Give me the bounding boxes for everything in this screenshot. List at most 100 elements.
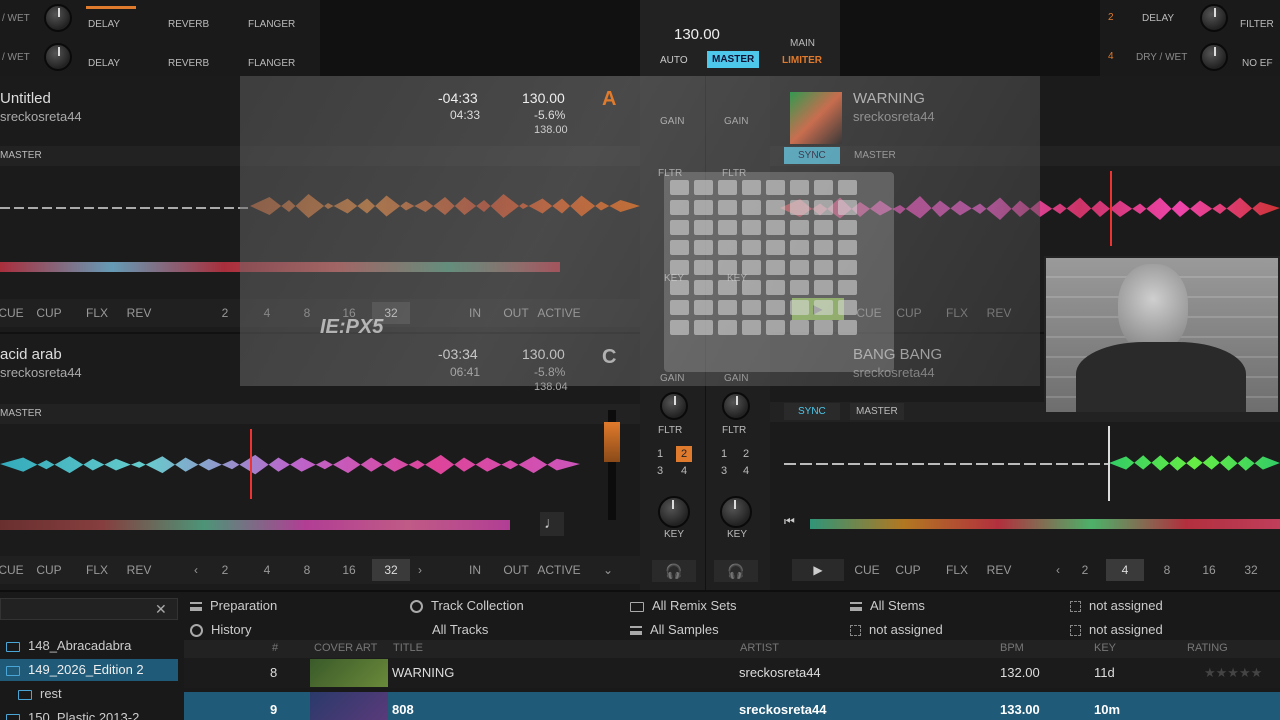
deck-c-loop-32[interactable]: 32 (372, 559, 410, 581)
filter-label-a[interactable]: FLTR (658, 168, 682, 179)
mixer-pad-c-3[interactable]: 3 (652, 463, 668, 479)
deck-d-loop-4[interactable]: 4 (1106, 559, 1144, 581)
key-label-b[interactable]: KEY (727, 273, 747, 284)
deck-b-waveform[interactable] (780, 171, 1280, 246)
deck-b-cup-button[interactable]: CUP (890, 302, 928, 324)
key-label-a[interactable]: KEY (664, 273, 684, 284)
mixer-pad-d-1[interactable]: 1 (716, 446, 732, 462)
mixer-pad-d-2[interactable]: 2 (738, 446, 754, 462)
close-icon[interactable]: ✕ (155, 601, 167, 618)
deck-a-flx-button[interactable]: FLX (78, 302, 116, 324)
deck-c-loop-8[interactable]: 8 (290, 559, 324, 581)
tree-item[interactable]: rest (0, 683, 178, 705)
deck-a-overview[interactable] (0, 262, 560, 272)
deck-c-master-button[interactable]: MASTER (0, 408, 42, 419)
deck-b-sync-button[interactable]: SYNC (784, 147, 840, 164)
fx-right-filter[interactable]: FILTER (1240, 19, 1274, 30)
mixer-pad-c-2[interactable]: 2 (676, 446, 692, 462)
deck-d-loop-32[interactable]: 32 (1234, 559, 1268, 581)
headphone-icon-c[interactable]: 🎧 (652, 560, 696, 582)
tree-item[interactable]: 148_Abracadabra (0, 635, 178, 657)
deck-b-play-button[interactable]: ▶ (792, 298, 844, 320)
fx-slot-flanger-2[interactable]: FLANGER (248, 58, 295, 69)
auto-button[interactable]: AUTO (660, 55, 688, 66)
note-icon[interactable]: ♩ (540, 512, 564, 536)
gain-knob-d[interactable] (722, 392, 750, 420)
deck-c-rev-button[interactable]: REV (120, 559, 158, 581)
deck-c-loop-4[interactable]: 4 (250, 559, 284, 581)
deck-c-overview[interactable] (0, 520, 510, 530)
fx-right-delay[interactable]: DELAY (1142, 13, 1174, 24)
deck-c-loop-in[interactable]: IN (462, 559, 488, 581)
deck-a-loop-32[interactable]: 32 (372, 302, 410, 324)
deck-b-rev-button[interactable]: REV (980, 302, 1018, 324)
fav-preparation[interactable]: Preparation (190, 598, 277, 613)
col-rating[interactable]: RATING (1187, 642, 1228, 654)
deck-d-loop-prev[interactable]: ‹ (1050, 559, 1066, 581)
fx-wet-knob-1[interactable] (44, 4, 72, 32)
fx-slot-delay-1[interactable]: DELAY (88, 19, 120, 30)
filter-label-c[interactable]: FLTR (658, 425, 682, 436)
fx-slot-delay-2[interactable]: DELAY (88, 58, 120, 69)
col-num[interactable]: # (272, 642, 278, 654)
fav-all-stems[interactable]: All Stems (850, 598, 925, 613)
fx-right-knob-2[interactable] (1200, 43, 1228, 71)
headphone-icon-d[interactable]: 🎧 (714, 560, 758, 582)
deck-c-cup-button[interactable]: CUP (30, 559, 68, 581)
deck-a-loop-out[interactable]: OUT (500, 302, 532, 324)
mixer-pad-d-3[interactable]: 3 (716, 463, 732, 479)
fav-all-samples[interactable]: All Samples (630, 622, 719, 637)
row-rating[interactable]: ★★★★★ (1204, 665, 1262, 681)
deck-d-play-button[interactable]: ▶ (792, 559, 844, 581)
deck-a-loop-2[interactable]: 2 (208, 302, 242, 324)
fx-wet-knob-2[interactable] (44, 43, 72, 71)
key-knob-d[interactable] (720, 496, 752, 528)
deck-c-loop-out[interactable]: OUT (500, 559, 532, 581)
fav-all-tracks[interactable]: All Tracks (432, 622, 488, 637)
filter-label-d[interactable]: FLTR (722, 425, 746, 436)
deck-c-loop-16[interactable]: 16 (332, 559, 366, 581)
fx-slot-flanger-1[interactable]: FLANGER (248, 19, 295, 30)
deck-d-master-button[interactable]: MASTER (850, 403, 904, 420)
deck-d-loop-8[interactable]: 8 (1150, 559, 1184, 581)
deck-d-cue-button[interactable]: CUE (848, 559, 886, 581)
col-cover[interactable]: COVER ART (314, 642, 377, 654)
deck-d-loop-2[interactable]: 2 (1068, 559, 1102, 581)
deck-a-loop-in[interactable]: IN (462, 302, 488, 324)
col-key[interactable]: KEY (1094, 642, 1116, 654)
col-bpm[interactable]: BPM (1000, 642, 1024, 654)
tree-item-selected[interactable]: 149_2026_Edition 2 (0, 659, 178, 681)
deck-d-rev-button[interactable]: REV (980, 559, 1018, 581)
deck-c-flx-button[interactable]: FLX (78, 559, 116, 581)
deck-a-master-button[interactable]: MASTER (0, 150, 42, 161)
mixer-pad-d-4[interactable]: 4 (738, 463, 754, 479)
deck-d-overview[interactable] (810, 519, 1280, 529)
deck-a-loop-active[interactable]: ACTIVE (536, 302, 582, 324)
gain-knob-c[interactable] (660, 392, 688, 420)
key-label-c[interactable]: KEY (664, 529, 684, 540)
deck-c-waveform[interactable] (0, 429, 580, 499)
fx-slot-reverb-2[interactable]: REVERB (168, 58, 209, 69)
master-button[interactable]: MASTER (707, 51, 760, 68)
key-label-d[interactable]: KEY (727, 529, 747, 540)
deck-d-sync-button[interactable]: SYNC (784, 403, 840, 420)
tree-item[interactable]: 150_Plastic 2013-2 (0, 707, 178, 720)
fav-not-assigned-2[interactable]: not assigned (1070, 598, 1163, 613)
deck-a-cue-button[interactable]: CUE (0, 302, 24, 324)
table-row-selected[interactable]: 9 808 sreckosreta44 133.00 10m (184, 692, 1280, 720)
skip-back-icon[interactable]: ⏮ (784, 514, 795, 529)
col-title[interactable]: TITLE (393, 642, 423, 654)
deck-c-loop-active[interactable]: ACTIVE (536, 559, 582, 581)
deck-b-flx-button[interactable]: FLX (938, 302, 976, 324)
deck-c-loop-next[interactable]: › (412, 559, 428, 581)
deck-b-master-button[interactable]: MASTER (854, 150, 896, 161)
fav-not-assigned-1[interactable]: not assigned (850, 622, 943, 637)
deck-a-loop-4[interactable]: 4 (250, 302, 284, 324)
deck-b-cue-button[interactable]: CUE (850, 302, 888, 324)
deck-c-loop-2[interactable]: 2 (208, 559, 242, 581)
key-knob-c[interactable] (658, 496, 690, 528)
deck-a-loop-16[interactable]: 16 (332, 302, 366, 324)
deck-a-loop-8[interactable]: 8 (290, 302, 324, 324)
deck-a-cup-button[interactable]: CUP (30, 302, 68, 324)
deck-d-flx-button[interactable]: FLX (938, 559, 976, 581)
